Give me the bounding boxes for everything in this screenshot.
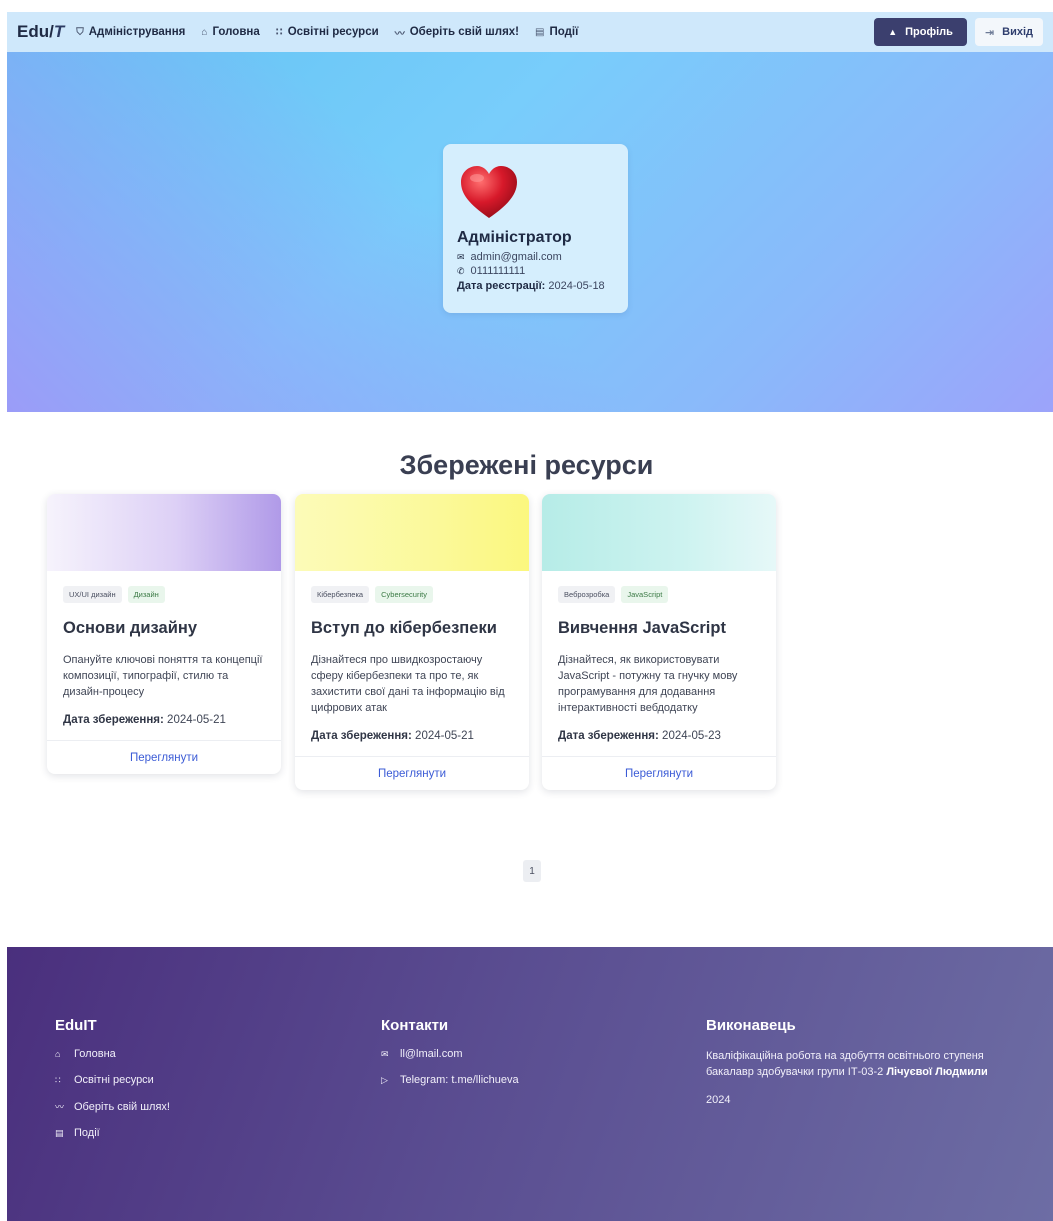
user-icon: ▲ bbox=[888, 27, 898, 37]
card-description: Дізнайтеся про швидкозростаючу сферу кіб… bbox=[311, 654, 505, 714]
profile-name: Адміністратор bbox=[457, 229, 572, 246]
footer-telegram[interactable]: ▷ Telegram: t.me/llichueva bbox=[381, 1074, 519, 1086]
card-banner bbox=[542, 494, 776, 571]
footer-link-home[interactable]: ⌂ Головна bbox=[55, 1048, 170, 1060]
card-saved-date: Дата збереження: 2024-05-23 bbox=[558, 730, 721, 742]
card-description: Дізнайтеся, як використовувати JavaScrip… bbox=[558, 654, 738, 714]
tag[interactable]: JavaScript bbox=[621, 586, 669, 603]
brand-logo[interactable]: Edu/T bbox=[17, 22, 64, 42]
footer-author: Виконавець Кваліфікаційна робота на здоб… bbox=[706, 1017, 1026, 1106]
card-banner bbox=[295, 494, 529, 571]
send-icon: ▷ bbox=[381, 1074, 388, 1085]
top-navbar: Edu/T ⛉ Адміністрування ⌂ Головна ∷ Осві… bbox=[7, 12, 1053, 52]
envelope-icon: ✉ bbox=[457, 252, 465, 262]
card-saved-date: Дата збереження: 2024-05-21 bbox=[311, 730, 474, 742]
footer-nav: EduIT ⌂ Головна ∷ Освітні ресурси 〰 Оберіть… bbox=[55, 1017, 170, 1153]
card-title: Основи дизайну bbox=[63, 619, 197, 637]
card-description: Опануйте ключові поняття та концепції ко… bbox=[63, 654, 263, 698]
footer-contacts-title: Контакти bbox=[381, 1017, 449, 1034]
nav-link-resources[interactable]: ∷ Освітні ресурси bbox=[276, 26, 379, 38]
tag[interactable]: Веброзробка bbox=[558, 586, 616, 603]
grid-icon: ∷ bbox=[275, 26, 283, 38]
pagination-page-1[interactable]: 1 bbox=[523, 860, 541, 882]
nav-link-path[interactable]: 〰 Оберіть свій шлях! bbox=[395, 25, 519, 40]
footer-author-title: Виконавець bbox=[706, 1017, 796, 1034]
card-title: Вступ до кібербезпеки bbox=[311, 619, 497, 637]
view-button[interactable]: Переглянути bbox=[542, 756, 776, 790]
resource-card: Кібербезпека Cybersecurity Вступ до кібе… bbox=[295, 494, 529, 790]
profile-email: ✉ admin@gmail.com bbox=[457, 251, 562, 263]
nav-link-admin[interactable]: ⛉ Адміністрування bbox=[76, 26, 185, 38]
tag[interactable]: Кібербезпека bbox=[311, 586, 370, 603]
footer-brand: EduIT bbox=[55, 1017, 97, 1034]
footer-year: 2024 bbox=[706, 1094, 731, 1106]
home-icon: ⌂ bbox=[201, 26, 208, 38]
card-saved-date: Дата збереження: 2024-05-21 bbox=[63, 714, 226, 726]
profile-button[interactable]: ▲ Профіль bbox=[874, 18, 967, 46]
resource-card: Веброзробка JavaScript Вивчення JavaScri… bbox=[542, 494, 776, 790]
logout-icon: ⇥ bbox=[984, 26, 995, 39]
profile-registration: Дата реєстрації: 2024-05-18 bbox=[457, 280, 605, 292]
tag-list: Кібербезпека Cybersecurity bbox=[311, 586, 513, 603]
footer-link-path[interactable]: 〰 Оберіть свій шлях! bbox=[55, 1100, 170, 1113]
trend-icon: 〰 bbox=[394, 28, 405, 40]
home-icon: ⌂ bbox=[55, 1049, 61, 1059]
profile-card: Адміністратор ✉ admin@gmail.com ✆ 011111… bbox=[443, 144, 628, 313]
footer-link-resources[interactable]: ∷ Освітні ресурси bbox=[55, 1074, 170, 1086]
heart-avatar-icon bbox=[461, 166, 517, 218]
profile-phone: ✆ 0111111111 bbox=[457, 265, 526, 277]
hero-banner: Адміністратор ✉ admin@gmail.com ✆ 011111… bbox=[7, 52, 1053, 412]
nav-actions: ▲ Профіль ⇥ Вихід bbox=[874, 18, 1043, 46]
resource-card: UX/UI дизайн Дизайн Основи дизайну Опану… bbox=[47, 494, 281, 774]
nav-link-events[interactable]: ▤ Події bbox=[535, 26, 578, 38]
tag[interactable]: Дизайн bbox=[127, 586, 165, 603]
view-button[interactable]: Переглянути bbox=[47, 740, 281, 774]
footer-contacts: Контакти ✉ ll@lmail.com ▷ Telegram: t.me/l… bbox=[381, 1017, 519, 1100]
events-icon: ▤ bbox=[55, 1127, 64, 1138]
footer-link-events[interactable]: ▤ Події bbox=[55, 1127, 170, 1139]
tag-list: Веброзробка JavaScript bbox=[558, 586, 760, 603]
footer-author-text: Кваліфікаційна робота на здобуття освітн… bbox=[706, 1050, 988, 1078]
card-title: Вивчення JavaScript bbox=[558, 619, 726, 637]
footer-email[interactable]: ✉ ll@lmail.com bbox=[381, 1048, 519, 1060]
card-banner bbox=[47, 494, 281, 571]
nav-link-home[interactable]: ⌂ Головна bbox=[201, 26, 259, 38]
envelope-icon: ✉ bbox=[381, 1048, 389, 1059]
events-icon: ▤ bbox=[535, 26, 545, 38]
grid-icon: ∷ bbox=[55, 1074, 61, 1085]
tag[interactable]: Cybersecurity bbox=[375, 586, 433, 603]
phone-icon: ✆ bbox=[457, 266, 465, 276]
footer: EduIT ⌂ Головна ∷ Освітні ресурси 〰 Оберіть… bbox=[7, 947, 1053, 1221]
shield-icon: ⛉ bbox=[76, 26, 84, 38]
trend-icon: 〰 bbox=[55, 1102, 65, 1112]
section-title: Збережені ресурси bbox=[399, 450, 654, 480]
view-button[interactable]: Переглянути bbox=[295, 756, 529, 790]
tag[interactable]: UX/UI дизайн bbox=[63, 586, 122, 603]
tag-list: UX/UI дизайн Дизайн bbox=[63, 586, 265, 603]
logout-button[interactable]: ⇥ Вихід bbox=[974, 18, 1043, 46]
